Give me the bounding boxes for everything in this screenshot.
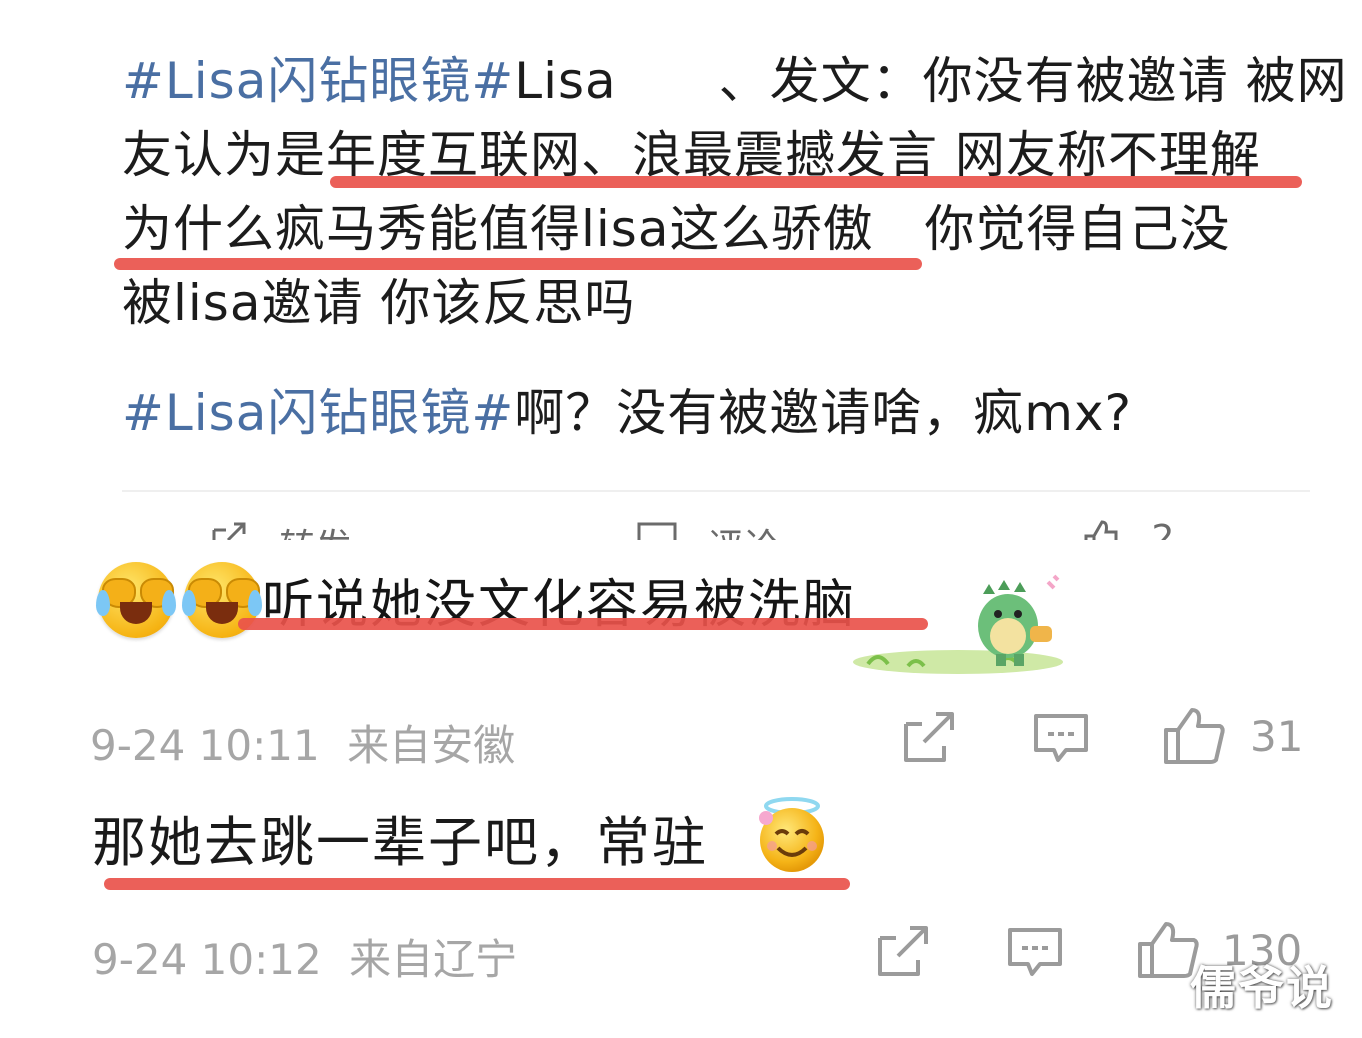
comment-time: 9-24 10:12 xyxy=(92,935,322,984)
comment-button[interactable]: 评论 xyxy=(636,518,779,540)
post-line-1: #Lisa闪钻眼镜#Lisa 、发文：你没有被邀请 被网 xyxy=(122,44,1348,118)
comment-time: 9-24 10:11 xyxy=(90,721,320,770)
post-text-segment: 为什么疯马秀能值得lisa这么骄傲 你觉得自己没 xyxy=(122,200,1231,258)
hashtag-link[interactable]: #Lisa闪钻眼镜# xyxy=(122,384,514,442)
repost-label: 转发 xyxy=(279,527,351,540)
post-line-second: #Lisa闪钻眼镜#啊？没有被邀请啥，疯mx? xyxy=(122,376,1132,450)
thumbs-up-icon[interactable] xyxy=(1162,706,1226,766)
post-text-segment: 被lisa邀请 你该反思吗 xyxy=(122,274,636,332)
highlight-underline xyxy=(114,258,922,270)
post-divider xyxy=(122,490,1310,492)
post-text-segment: 啊？没有被邀请啥，疯mx? xyxy=(514,384,1133,442)
comment-location: 来自安徽 xyxy=(347,721,516,770)
share-box-icon[interactable] xyxy=(874,924,932,980)
comment-location: 来自辽宁 xyxy=(349,935,518,984)
like-count: 2 xyxy=(1151,518,1175,540)
share-box-icon xyxy=(212,522,246,540)
highlight-underline xyxy=(238,618,928,630)
comment-bubble-icon xyxy=(637,522,677,540)
comment-bubble-icon[interactable] xyxy=(1032,712,1090,766)
comment-label: 评论 xyxy=(707,527,779,540)
hashtag-link[interactable]: #Lisa闪钻眼镜# xyxy=(122,52,514,110)
repost-button[interactable]: 转发 xyxy=(210,518,351,540)
smiling-face-with-halo-icon xyxy=(759,797,824,872)
post-line-4: 被lisa邀请 你该反思吗 xyxy=(122,266,635,340)
watermark: 儒爷说 xyxy=(1190,961,1334,1015)
post-action-bar: 转发 评论 2 xyxy=(120,518,1320,540)
highlight-underline xyxy=(330,176,1302,188)
share-box-icon[interactable] xyxy=(900,710,958,766)
post-text-segment: Lisa 、发文：你没有被邀请 被网 xyxy=(514,52,1348,110)
crying-laughing-face-icon xyxy=(96,562,176,638)
post-line-3: 为什么疯马秀能值得lisa这么骄傲 你觉得自己没 xyxy=(122,192,1230,266)
comment-text: 那她去跳一辈子吧，常驻 xyxy=(92,811,708,874)
comment-bubble-icon[interactable] xyxy=(1006,926,1064,980)
comment-sticker: 听说她没文化容易被洗脑 xyxy=(88,540,1068,674)
highlight-underline xyxy=(104,878,850,890)
comment-meta: 9-24 10:12 来自辽宁 xyxy=(92,926,517,987)
like-button[interactable]: 2 xyxy=(1080,518,1174,540)
like-count: 31 xyxy=(1250,712,1304,761)
thumbs-up-icon xyxy=(1084,520,1118,540)
comment-meta: 9-24 10:11 来自安徽 xyxy=(90,712,515,773)
